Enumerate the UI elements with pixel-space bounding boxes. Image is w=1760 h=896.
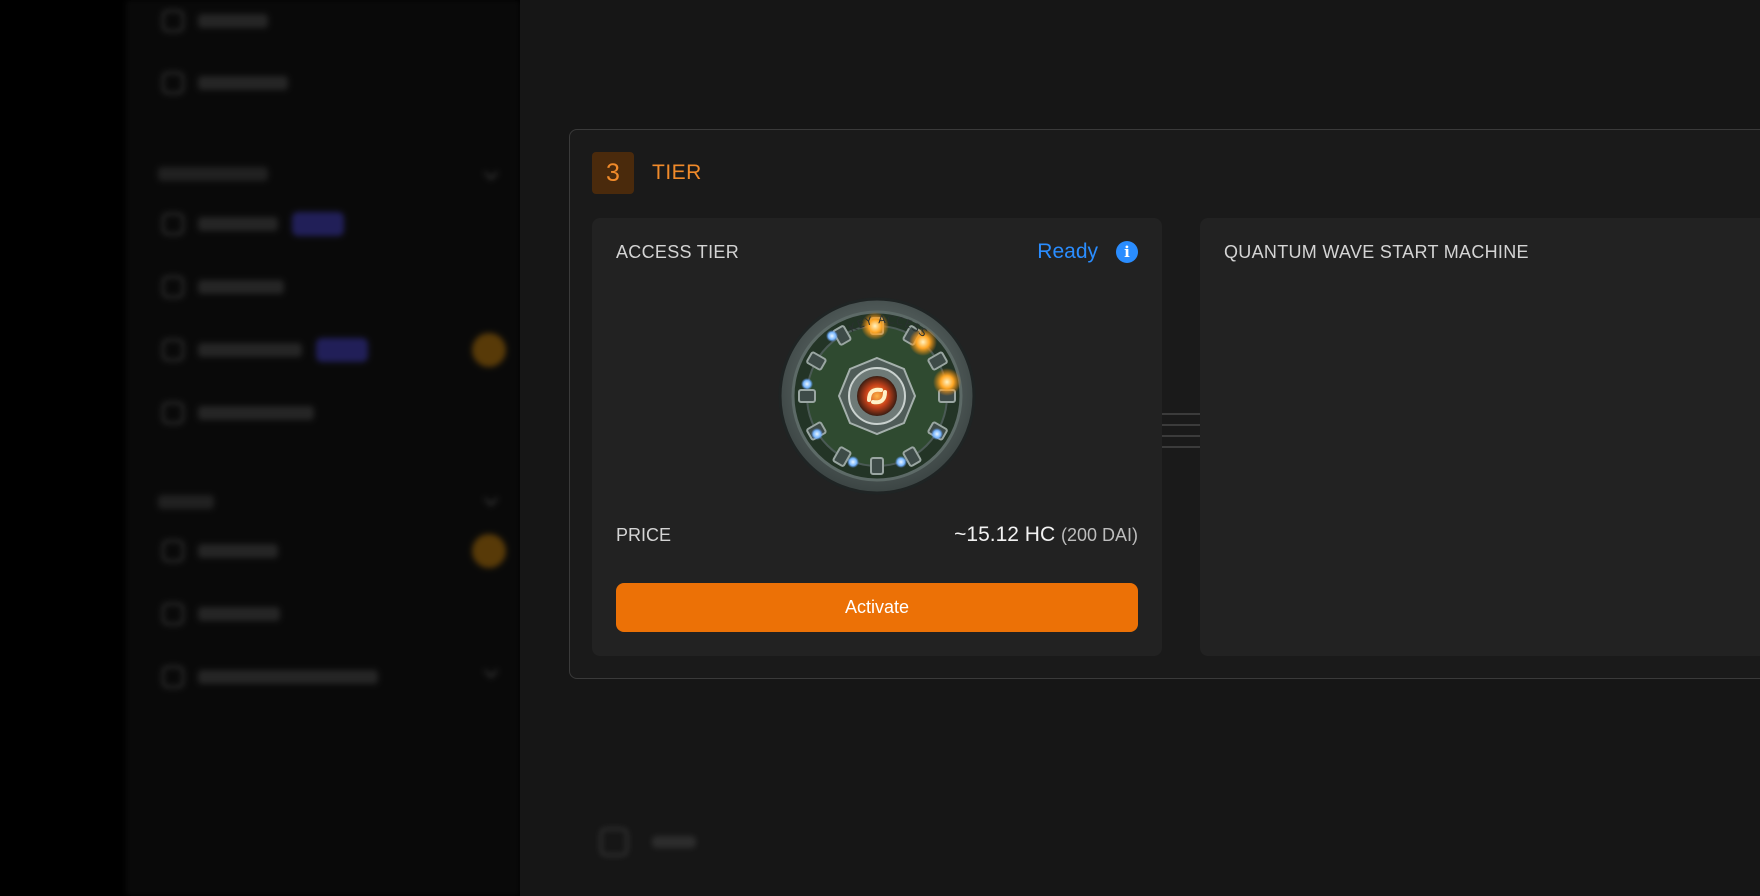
access-tier-title: ACCESS TIER <box>616 242 739 262</box>
sidebar-item <box>162 212 344 236</box>
price-dai: (200 DAI) <box>1060 525 1138 545</box>
sidebar-item <box>162 72 288 94</box>
sidebar-item <box>162 338 368 362</box>
access-tier-card: ACCESS TIER Ready i KEY ACCESS PRICE ~15… <box>592 218 1162 656</box>
left-edge <box>0 0 126 896</box>
activate-button[interactable]: Activate <box>616 583 1138 632</box>
sidebar-item <box>162 402 314 424</box>
notification-dot <box>472 534 506 568</box>
price-label: PRICE <box>616 525 672 545</box>
sidebar-item <box>162 603 280 625</box>
nav-icon <box>162 540 184 562</box>
badge <box>292 212 344 236</box>
sidebar-background <box>126 0 520 896</box>
bottom-bar-background <box>580 812 1760 872</box>
nav-icon <box>162 213 184 235</box>
key-access-image: KEY ACCESS <box>777 296 977 496</box>
sidebar-item <box>162 540 278 562</box>
sidebar-item <box>162 10 268 32</box>
sidebar-item <box>162 276 284 298</box>
price-value: ~15.12 HC (200 DAI) <box>954 523 1138 547</box>
price-hc: ~15.12 HC <box>954 523 1056 546</box>
badge <box>316 338 368 362</box>
placeholder-text <box>652 836 696 848</box>
nav-icon <box>600 828 628 856</box>
nav-icon <box>162 603 184 625</box>
card-connector <box>1162 413 1200 463</box>
status-area: Ready i <box>1037 240 1138 264</box>
tier-header: 3 TIER <box>592 152 702 194</box>
nav-icon <box>162 666 184 688</box>
tier-label: TIER <box>652 161 702 184</box>
tier-panel: 3 TIER ACCESS TIER Ready i KEY ACCESS PR… <box>569 129 1760 679</box>
quantum-machine-card: QUANTUM WAVE START MACHINE <box>1200 218 1760 656</box>
sidebar-section <box>158 494 214 514</box>
tier-number-badge: 3 <box>592 152 634 194</box>
nav-icon <box>162 10 184 32</box>
quantum-machine-title: QUANTUM WAVE START MACHINE <box>1224 242 1529 262</box>
notification-dot <box>472 333 506 367</box>
nav-icon <box>162 402 184 424</box>
sidebar-item <box>162 666 378 688</box>
nav-icon <box>162 276 184 298</box>
key-access-disc: KEY ACCESS <box>778 297 976 495</box>
nav-icon <box>162 72 184 94</box>
chevron-down-icon <box>483 663 499 679</box>
chevron-down-icon <box>483 165 499 181</box>
sidebar-section <box>158 166 268 186</box>
chevron-down-icon <box>483 491 499 507</box>
info-icon[interactable]: i <box>1116 241 1138 263</box>
status-ready: Ready <box>1037 240 1098 263</box>
nav-icon <box>162 339 184 361</box>
